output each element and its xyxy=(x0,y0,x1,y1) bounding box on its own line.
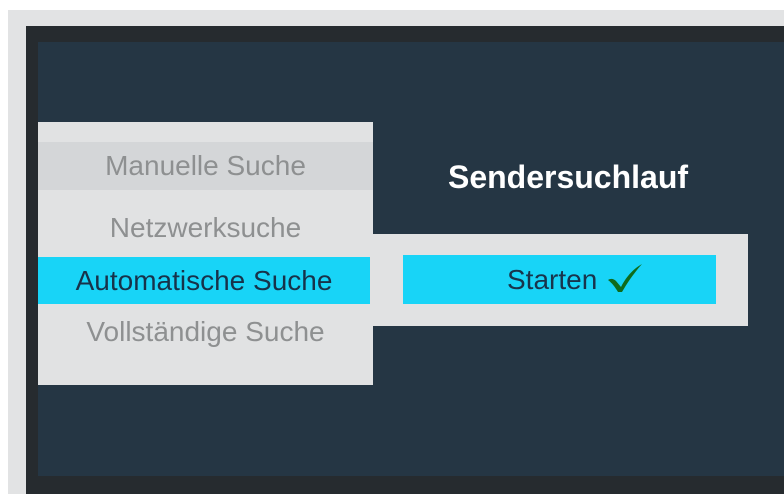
search-mode-menu: Manuelle Suche Netzwerksuche Automatisch… xyxy=(38,122,373,385)
menu-item-network-search[interactable]: Netzwerksuche xyxy=(38,204,373,252)
screen-title: Sendersuchlauf xyxy=(447,159,689,195)
checkmark-icon xyxy=(608,264,642,292)
start-button-label: Starten xyxy=(507,264,598,295)
menu-item-full-search[interactable]: Vollständige Suche xyxy=(38,308,373,356)
menu-item-automatic-search[interactable]: Automatische Suche xyxy=(38,257,370,304)
start-button[interactable]: Starten xyxy=(403,255,716,304)
menu-item-manual-search[interactable]: Manuelle Suche xyxy=(38,142,373,190)
